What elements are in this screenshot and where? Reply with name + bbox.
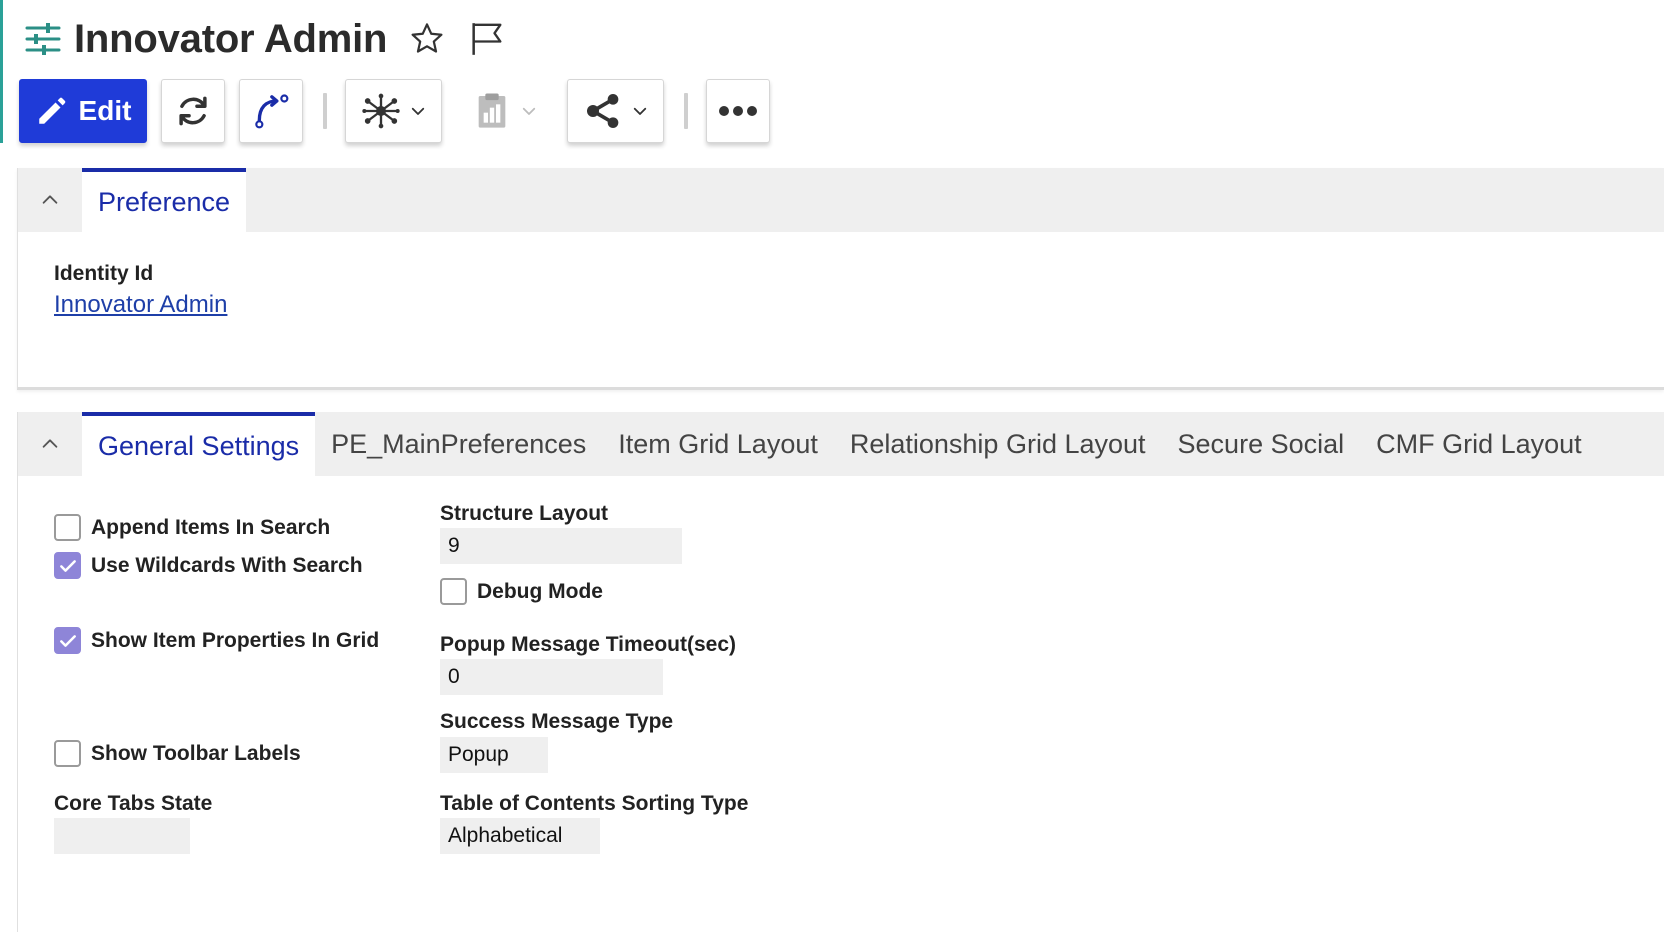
tab-pe-mainpreferences[interactable]: PE_MainPreferences (315, 412, 602, 476)
tab-cmf-grid-layout[interactable]: CMF Grid Layout (1360, 412, 1598, 476)
core-tabs-state-field (54, 818, 190, 854)
more-icon (719, 106, 757, 116)
append-items-in-search-checkbox[interactable]: Append Items In Search (54, 514, 330, 541)
reports-dropdown-button[interactable] (456, 79, 553, 143)
chevron-down-icon (633, 107, 646, 115)
checkbox-label: Show Toolbar Labels (91, 741, 301, 765)
flag-icon (472, 23, 502, 55)
more-button[interactable] (706, 79, 770, 143)
promote-icon (255, 94, 289, 129)
chevron-down-icon (411, 107, 424, 115)
checkbox-label: Append Items In Search (91, 515, 331, 539)
network-icon (361, 93, 400, 129)
chevron-up-icon (42, 439, 58, 448)
share-dropdown-button[interactable] (567, 79, 664, 143)
sliders-icon (25, 23, 61, 55)
structure-dropdown-button[interactable] (345, 79, 442, 143)
toc-sorting-type-field: Alphabetical (440, 818, 600, 854)
checkbox-label: Debug Mode (477, 579, 603, 603)
toolbar-separator (323, 93, 327, 129)
checkbox-label: Show Item Properties In Grid (91, 628, 380, 652)
core-tabs-state-label: Core Tabs State (54, 792, 213, 815)
checkbox-box[interactable] (54, 740, 81, 767)
refresh-icon (179, 96, 207, 126)
collapse-button[interactable] (18, 412, 82, 476)
tab-item-grid-layout[interactable]: Item Grid Layout (602, 412, 834, 476)
promote-button[interactable] (239, 79, 303, 143)
page-header: Innovator Admin (24, 14, 509, 64)
preference-tabbar: Preference (18, 168, 1664, 232)
tab-general-settings[interactable]: General Settings (82, 412, 316, 476)
flag-button[interactable] (465, 17, 509, 61)
success-message-type-field: Popup (440, 737, 548, 773)
checkbox-box[interactable] (440, 578, 467, 605)
tab-secure-social[interactable]: Secure Social (1162, 412, 1361, 476)
identity-id-link[interactable]: Innovator Admin (54, 291, 227, 319)
popup-timeout-label: Popup Message Timeout(sec) (440, 633, 737, 656)
checkmark-icon (59, 559, 76, 572)
star-icon (411, 23, 443, 53)
clipboard-chart-icon (478, 93, 505, 128)
success-message-type-label: Success Message Type (440, 710, 674, 733)
show-toolbar-labels-checkbox[interactable]: Show Toolbar Labels (54, 740, 301, 767)
popup-timeout-field: 0 (440, 659, 663, 695)
use-wildcards-checkbox[interactable]: Use Wildcards With Search (54, 552, 363, 579)
left-accent-bar (0, 0, 3, 143)
structure-layout-field: 9 (440, 528, 682, 564)
toc-sorting-type-label: Table of Contents Sorting Type (440, 792, 749, 815)
checkbox-box[interactable] (54, 627, 81, 654)
refresh-button[interactable] (161, 79, 225, 143)
tab-relationship-grid-layout[interactable]: Relationship Grid Layout (834, 412, 1162, 476)
toolbar: Edit (19, 78, 784, 144)
show-item-properties-checkbox[interactable]: Show Item Properties In Grid (54, 627, 379, 654)
checkmark-icon (59, 634, 76, 647)
chevron-up-icon (42, 195, 58, 204)
general-settings-panel: General Settings PE_MainPreferences Item… (17, 412, 1664, 932)
edit-button[interactable]: Edit (19, 79, 147, 143)
page-title: Innovator Admin (74, 16, 388, 61)
chevron-down-icon (522, 107, 535, 115)
favorite-button[interactable] (405, 17, 449, 61)
identity-id-label: Identity Id (54, 262, 154, 285)
edit-button-label: Edit (78, 95, 132, 126)
preference-panel: Preference Identity Id Innovator Admin (17, 168, 1664, 390)
tab-preference[interactable]: Preference (82, 168, 247, 232)
collapse-button[interactable] (18, 168, 82, 232)
checkbox-label: Use Wildcards With Search (91, 553, 363, 577)
structure-layout-label: Structure Layout (440, 502, 609, 525)
checkbox-box[interactable] (54, 514, 81, 541)
share-icon (586, 94, 618, 128)
general-tabbar: General Settings PE_MainPreferences Item… (18, 412, 1664, 476)
checkbox-box[interactable] (54, 552, 81, 579)
toolbar-separator (684, 93, 688, 129)
pencil-icon (38, 97, 65, 124)
debug-mode-checkbox[interactable]: Debug Mode (440, 578, 603, 605)
